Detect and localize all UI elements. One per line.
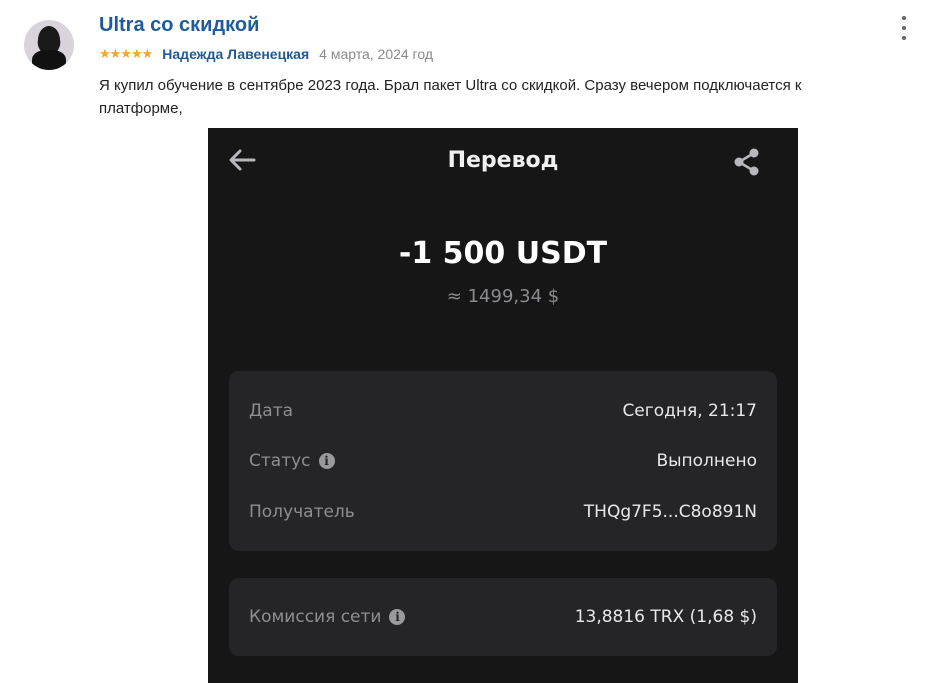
transfer-amount: -1 500 USDT — [398, 236, 608, 271]
author-name[interactable]: Надежда Лавенецкая — [162, 46, 309, 62]
detail-row-date: Дата Сегодня, 21:17 — [249, 399, 757, 423]
review-title[interactable]: Ultra со скидкой — [99, 14, 259, 37]
detail-label: Статус — [249, 451, 311, 471]
more-vertical-icon[interactable] — [897, 16, 911, 40]
screen-title: Перевод — [447, 148, 559, 173]
fee-value: 13,8816 TRX (1,68 $) — [574, 607, 757, 627]
attached-screenshot[interactable]: Перевод -1 500 USDT ≈ 1499,34 $ Дата Сег… — [208, 128, 798, 683]
fee-card: Комиссия сети i 13,8816 TRX (1,68 $) — [229, 578, 777, 656]
review-text: Я купил обучение в сентябре 2023 года. Б… — [99, 77, 802, 117]
details-card: Дата Сегодня, 21:17 Статус i Выполнено П… — [229, 371, 777, 551]
review-date: 4 марта, 2024 год — [319, 46, 434, 62]
review-card: Ultra со скидкой ★★★★★ Надежда Лавенецка… — [0, 0, 925, 683]
detail-row-status: Статус i Выполнено — [249, 449, 757, 473]
review-meta: ★★★★★ Надежда Лавенецкая 4 марта, 2024 г… — [99, 46, 433, 62]
fee-label: Комиссия сети — [249, 607, 382, 627]
info-icon[interactable]: i — [318, 453, 335, 469]
detail-label: Дата — [249, 401, 294, 421]
info-icon[interactable]: i — [389, 609, 406, 625]
detail-value[interactable]: THQg7F5...C8o891N — [584, 502, 757, 522]
share-icon — [734, 148, 759, 176]
fee-label-wrap: Комиссия сети i — [249, 607, 406, 627]
fee-row: Комиссия сети i 13,8816 TRX (1,68 $) — [249, 605, 757, 629]
detail-label: Получатель — [249, 502, 355, 522]
detail-value: Выполнено — [656, 451, 757, 471]
avatar[interactable] — [24, 20, 74, 70]
detail-label-wrap: Статус i — [249, 451, 335, 471]
rating-stars: ★★★★★ — [99, 46, 153, 61]
detail-row-recipient: Получатель THQg7F5...C8o891N — [249, 500, 757, 524]
transfer-amount-usd: ≈ 1499,34 $ — [446, 286, 560, 307]
detail-value: Сегодня, 21:17 — [622, 401, 757, 421]
